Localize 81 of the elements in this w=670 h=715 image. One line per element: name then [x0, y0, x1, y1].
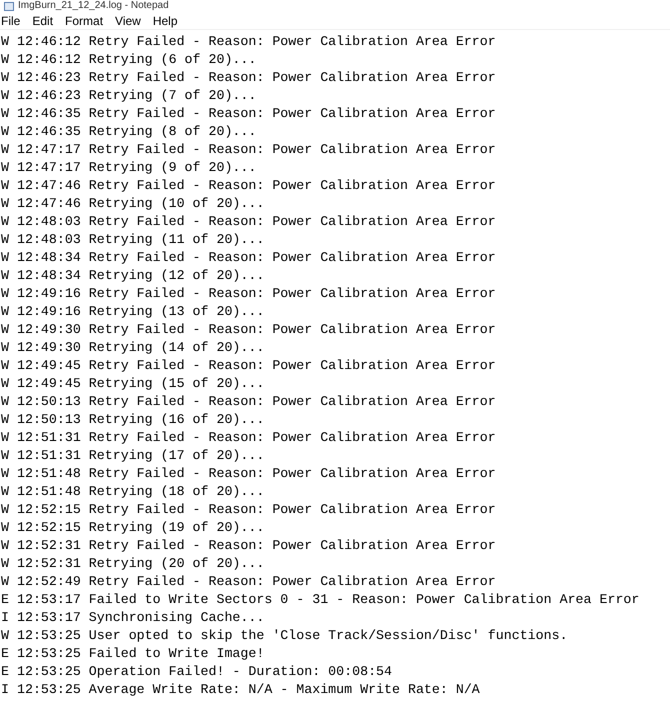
log-level: I — [0, 609, 9, 627]
log-line: 12:53:25 Failed to Write Image! — [16, 645, 264, 663]
log-level: W — [0, 87, 9, 105]
menu-item[interactable]: File — [0, 12, 26, 30]
log-level: I — [0, 681, 9, 699]
log-level: W — [0, 159, 9, 177]
log-level: W — [0, 501, 9, 519]
log-level: W — [0, 627, 9, 645]
log-line: 12:49:45 Retrying (15 of 20)... — [16, 375, 264, 393]
log-level: W — [0, 537, 9, 555]
log-level: W — [0, 555, 9, 573]
log-line: 12:48:03 Retrying (11 of 20)... — [16, 231, 264, 249]
log-level: E — [0, 591, 9, 609]
log-line: 12:48:03 Retry Failed - Reason: Power Calibration Area Error — [16, 213, 496, 231]
log-line: 12:46:35 Retry Failed - Reason: Power Calibration Area Error — [16, 105, 496, 123]
log-level: W — [0, 465, 9, 483]
log-line: 12:53:25 Operation Failed! - Duration: 00:08:54 — [16, 663, 392, 681]
menu-item[interactable]: Help — [146, 12, 184, 30]
log-line: 12:52:49 Retry Failed - Reason: Power Calibration Area Error — [16, 573, 496, 591]
log-line: 12:52:15 Retrying (19 of 20)... — [16, 519, 264, 537]
log-line: 12:49:30 Retrying (14 of 20)... — [16, 339, 264, 357]
log-level: W — [0, 51, 9, 69]
log-level: E — [0, 645, 9, 663]
log-level: W — [0, 141, 9, 159]
log-line: 12:53:17 Failed to Write Sectors 0 - 31 - Reason: Power Calibration Area Error — [16, 591, 640, 609]
log-level: W — [0, 69, 9, 87]
log-line: 12:47:17 Retry Failed - Reason: Power Calibration Area Error — [16, 141, 496, 159]
log-line: 12:46:35 Retrying (8 of 20)... — [16, 123, 256, 141]
log-level: W — [0, 177, 9, 195]
log-line: 12:46:23 Retry Failed - Reason: Power Calibration Area Error — [16, 69, 496, 87]
log-line: 12:46:23 Retrying (7 of 20)... — [16, 87, 256, 105]
log-line: 12:52:31 Retrying (20 of 20)... — [16, 555, 264, 573]
log-level: W — [0, 303, 9, 321]
log-level: W — [0, 33, 9, 51]
log-level: W — [0, 231, 9, 249]
window-title: ImgBurn_21_12_24.log - Notepad — [18, 0, 169, 12]
log-line: 12:50:13 Retry Failed - Reason: Power Calibration Area Error — [16, 393, 496, 411]
log-level: W — [0, 375, 9, 393]
log-level: W — [0, 393, 9, 411]
log-level: W — [0, 573, 9, 591]
log-line: 12:48:34 Retrying (12 of 20)... — [16, 267, 264, 285]
log-line: 12:47:46 Retry Failed - Reason: Power Calibration Area Error — [16, 177, 496, 195]
log-line: 12:49:45 Retry Failed - Reason: Power Calibration Area Error — [16, 357, 496, 375]
log-line: 12:47:17 Retrying (9 of 20)... — [16, 159, 256, 177]
log-line: 12:53:25 Average Write Rate: N/A - Maximum Write Rate: N/A — [16, 681, 480, 699]
log-level: W — [0, 267, 9, 285]
log-level: W — [0, 357, 9, 375]
menu-item[interactable]: Edit — [26, 12, 60, 30]
log-level: W — [0, 195, 9, 213]
log-line: 12:51:31 Retry Failed - Reason: Power Calibration Area Error — [16, 429, 496, 447]
log-level: W — [0, 411, 9, 429]
log-line: 12:52:31 Retry Failed - Reason: Power Calibration Area Error — [16, 537, 496, 555]
log-level: W — [0, 483, 9, 501]
log-line: 12:51:31 Retrying (17 of 20)... — [16, 447, 264, 465]
log-line: 12:46:12 Retry Failed - Reason: Power Calibration Area Error — [16, 33, 496, 51]
menu-item[interactable]: View — [109, 12, 147, 30]
log-level: W — [0, 249, 9, 267]
log-line: 12:52:15 Retry Failed - Reason: Power Calibration Area Error — [16, 501, 496, 519]
log-line: 12:47:46 Retrying (10 of 20)... — [16, 195, 264, 213]
log-level: W — [0, 123, 9, 141]
log-level: W — [0, 339, 9, 357]
log-line: 12:53:17 Synchronising Cache... — [16, 609, 264, 627]
notepad-icon — [4, 2, 14, 10]
menu-item[interactable]: Format — [59, 12, 110, 30]
log-line: 12:49:16 Retry Failed - Reason: Power Calibration Area Error — [16, 285, 496, 303]
log-line: 12:51:48 Retry Failed - Reason: Power Calibration Area Error — [16, 465, 496, 483]
log-line: 12:46:12 Retrying (6 of 20)... — [16, 51, 256, 69]
log-level: W — [0, 447, 9, 465]
log-line: 12:51:48 Retrying (18 of 20)... — [16, 483, 264, 501]
log-level: W — [0, 285, 9, 303]
log-line: 12:50:13 Retrying (16 of 20)... — [16, 411, 264, 429]
log-line: 12:49:30 Retry Failed - Reason: Power Calibration Area Error — [16, 321, 496, 339]
log-line: 12:49:16 Retrying (13 of 20)... — [16, 303, 264, 321]
log-level: W — [0, 321, 9, 339]
log-level: W — [0, 429, 9, 447]
log-line: 12:48:34 Retry Failed - Reason: Power Calibration Area Error — [16, 249, 496, 267]
log-level: W — [0, 519, 9, 537]
log-level: E — [0, 663, 9, 681]
log-level: W — [0, 213, 9, 231]
log-level: W — [0, 105, 9, 123]
log-line: 12:53:25 User opted to skip the 'Close Track/Session/Disc' functions. — [16, 627, 568, 645]
